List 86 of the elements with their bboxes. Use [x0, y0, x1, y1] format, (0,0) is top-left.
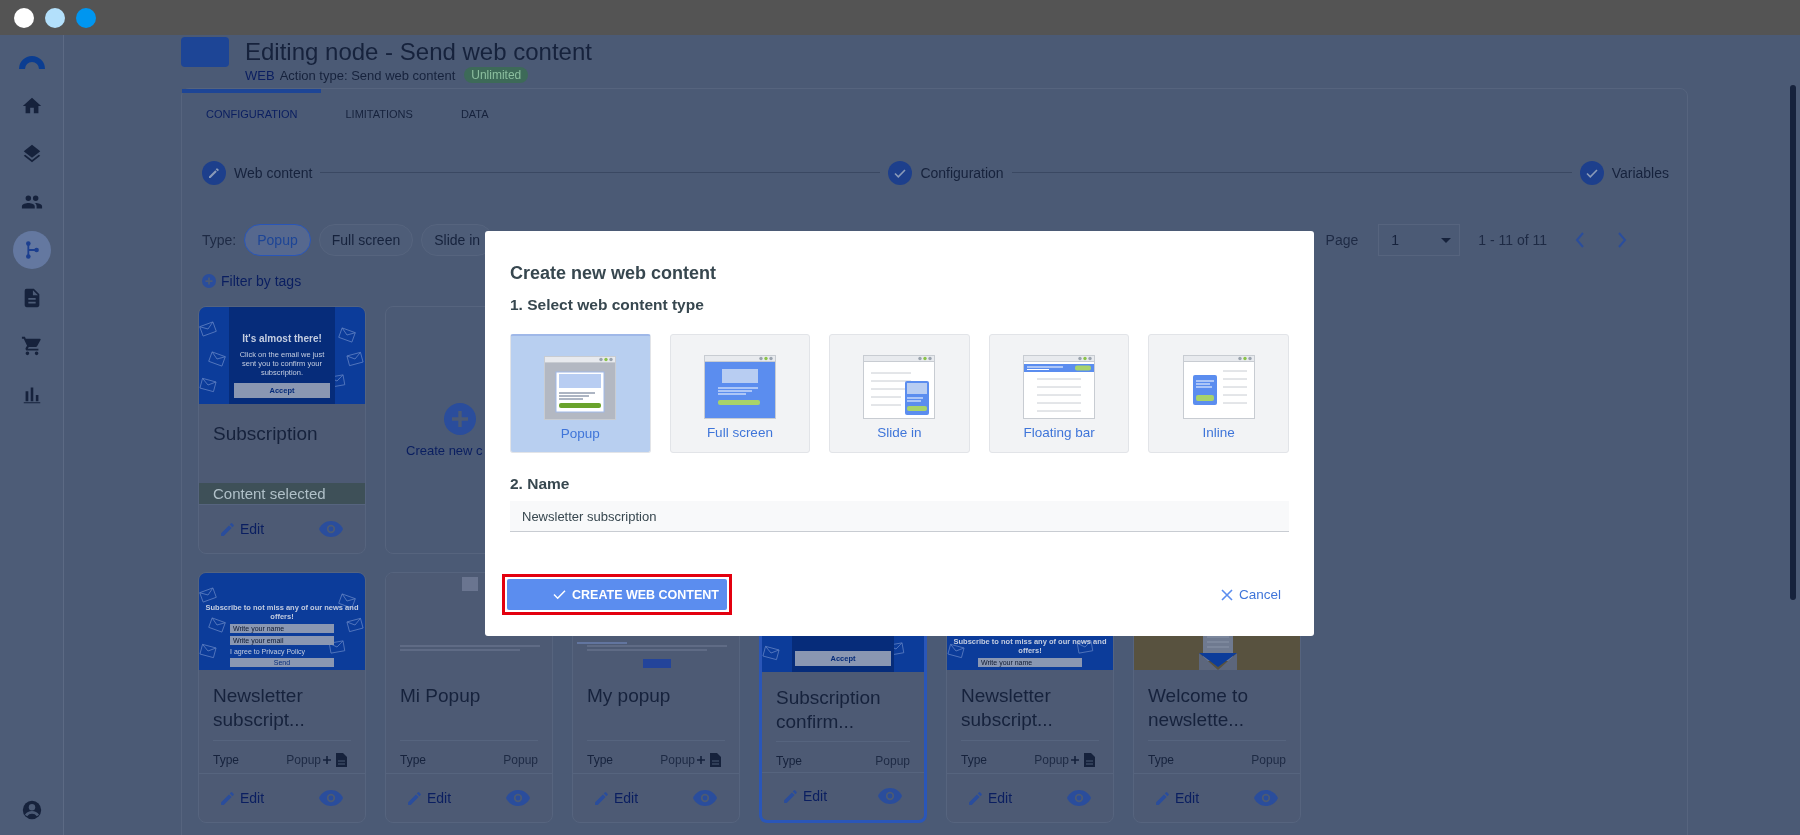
edit-button[interactable]: Edit [782, 787, 828, 805]
image-icon [462, 577, 478, 591]
content-type-option[interactable]: Full screen [669, 334, 811, 453]
channel-label: WEB [245, 67, 275, 83]
limit-badge: Unlimited [464, 67, 529, 83]
type-label: Type [587, 753, 613, 767]
name-input[interactable]: Newsletter subscription [510, 501, 1289, 532]
cancel-button[interactable]: Cancel [1214, 586, 1287, 603]
card-title: Mi Popup [399, 684, 482, 708]
button-drawing [643, 659, 671, 668]
dialog-title: Create new web content [510, 263, 718, 284]
content-selected-bar: Content selected [199, 483, 365, 504]
check-step-icon [1579, 160, 1604, 185]
card-title: Subscription confirm... [775, 686, 882, 734]
preview-heading: It's almost there! [242, 333, 322, 344]
type-label: Type [400, 753, 426, 767]
filter-by-tags-link[interactable]: Filter by tags [202, 273, 302, 289]
content-type-option[interactable]: Floating bar [988, 334, 1130, 453]
card-title: Newsletter subscript... [212, 684, 306, 732]
previous-page-icon[interactable] [1575, 232, 1585, 248]
pencil-icon [219, 789, 236, 807]
type-chip[interactable]: Popup [244, 224, 311, 256]
account-icon[interactable] [20, 799, 43, 821]
layout-preview-icon [544, 356, 617, 420]
eye-icon[interactable] [319, 790, 343, 806]
action-type-text: Action type: Send web content [279, 67, 456, 83]
edit-button[interactable]: Edit [593, 789, 639, 807]
window-control-dot[interactable] [76, 7, 96, 28]
type-label: Type [1148, 753, 1174, 767]
window-control-dot[interactable] [14, 7, 34, 28]
create-button[interactable]: CREATE WEB CONTENT [507, 579, 727, 610]
edit-button[interactable]: Edit [967, 789, 1013, 807]
eye-icon[interactable] [319, 521, 343, 537]
pencil-icon [782, 787, 799, 805]
pencil-icon [406, 789, 423, 807]
add-icon [202, 274, 216, 288]
step-label: Variables [1611, 164, 1669, 181]
nav-item[interactable] [12, 231, 51, 269]
pencil-icon [1154, 789, 1171, 807]
content-type-option[interactable]: Popup [510, 334, 651, 453]
eye-icon[interactable] [506, 790, 530, 806]
eye-icon[interactable] [1067, 790, 1091, 806]
eye-icon[interactable] [1254, 790, 1278, 806]
pencil-icon [593, 789, 610, 807]
card-title: Newsletter subscript... [960, 684, 1054, 732]
cart-icon [20, 335, 43, 357]
window-control-dot[interactable] [45, 7, 65, 28]
next-page-icon[interactable] [1617, 232, 1627, 248]
type-label: Type [961, 753, 987, 767]
content-type-option[interactable]: Slide in [829, 334, 970, 453]
step-label: Web content [234, 164, 313, 181]
tab[interactable]: LIMITATIONS [321, 89, 437, 134]
layout-preview-icon [1182, 355, 1255, 419]
close-icon [1220, 588, 1233, 601]
check-icon [553, 589, 566, 600]
edit-button[interactable]: Edit [1154, 789, 1200, 807]
type-chip[interactable]: Full screen [318, 224, 414, 256]
page-title: Editing node - Send web content [245, 37, 592, 67]
dropdown-caret-icon [1441, 237, 1452, 243]
scrollbar-thumb[interactable] [1790, 85, 1796, 600]
check-step-icon [888, 160, 913, 185]
node-icon [181, 37, 229, 67]
pencil-icon [967, 789, 984, 807]
create-label: Create new c [406, 442, 483, 458]
step-label: Configuration [920, 164, 1004, 181]
add-icon [444, 402, 476, 435]
eye-icon[interactable] [693, 790, 717, 806]
content-type-option[interactable]: Inline [1148, 334, 1289, 453]
type-label: Type [776, 753, 802, 768]
edit-button[interactable]: Edit [406, 789, 452, 807]
edit-button[interactable]: Edit [219, 520, 265, 538]
card-title: Subscription [212, 422, 319, 446]
pencil-icon [219, 520, 236, 538]
pencil-step-icon [202, 160, 226, 185]
layout-preview-icon [863, 355, 936, 419]
card-title: Welcome to newslette... [1147, 684, 1249, 732]
layout-preview-icon [1023, 355, 1096, 419]
eye-icon[interactable] [878, 788, 902, 805]
layout-preview-icon [703, 355, 776, 419]
tab[interactable]: CONFIGURATION [182, 89, 322, 134]
tab[interactable]: DATA [436, 89, 513, 134]
logo-icon[interactable] [16, 53, 47, 69]
type-label: Type [213, 753, 239, 767]
card-title: My popup [586, 684, 672, 708]
edit-button[interactable]: Edit [219, 789, 265, 807]
page-select[interactable]: 1 [1378, 224, 1461, 256]
